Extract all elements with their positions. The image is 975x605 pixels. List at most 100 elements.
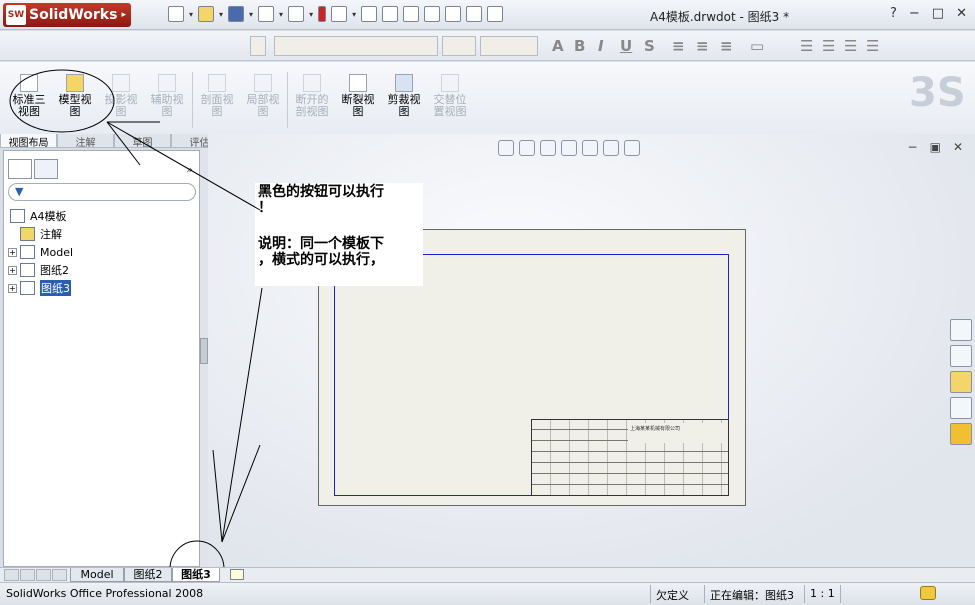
print-icon[interactable] [258,6,275,22]
cmd-label: 交替位 置视图 [433,93,467,118]
open-folder-icon[interactable] [198,6,215,22]
next-sheet-button[interactable] [36,569,51,581]
solidworks-menu-button[interactable]: SW SolidWorks ▸ [3,3,131,27]
font-select[interactable] [274,36,438,56]
undo-icon[interactable] [288,6,305,22]
title-block-company: 上海某某机械有限公司 [628,423,728,443]
feature-tree: A4模板注解 + Model + 图纸2 + 图纸3 [8,207,73,297]
panel-splitter[interactable] [200,148,208,567]
tree-node[interactable]: A4模板 [8,207,73,225]
doc-restore-button[interactable]: ▣ [930,140,941,154]
hide-show-items-icon[interactable] [624,140,640,156]
tree-node[interactable]: + 图纸2 [8,261,73,279]
new-document-icon[interactable] [168,6,184,22]
expand-toggle-icon[interactable]: + [8,265,17,275]
outdent-icon[interactable]: ☰ [844,37,857,55]
tree-node[interactable]: + 图纸3 [8,279,73,297]
appearances-icon[interactable] [950,423,972,445]
strikethrough-button[interactable]: S [644,37,655,55]
expand-toggle-icon[interactable]: + [8,283,17,293]
view-palette-icon[interactable] [950,397,972,419]
filter-input[interactable]: ▼ [8,183,196,201]
rebuild-traffic-light-icon[interactable] [318,6,327,22]
command-tab[interactable]: 注解 [57,134,114,149]
rebuild-status-icon[interactable] [920,586,936,600]
previous-view-icon[interactable] [540,140,556,156]
italic-button[interactable]: I [598,37,604,55]
sheet-tab-3[interactable]: 图纸3 [172,568,220,582]
projected-view-button[interactable]: 投影视图 [98,74,144,118]
chevron-down-icon[interactable]: ▾ [352,10,356,19]
bullets-icon[interactable]: ☰ [800,37,813,55]
section-view-button[interactable]: 剖面视图 [194,74,240,118]
numbering-icon[interactable]: ☰ [822,37,835,55]
standard-3-view-button[interactable]: 标准三 视图 [6,74,52,118]
doc-minimize-button[interactable]: − [908,140,918,154]
property-manager-tab-icon[interactable] [34,159,58,179]
feature-manager-tab-icon[interactable] [8,159,32,179]
close-button[interactable]: ✕ [956,6,967,21]
first-sheet-button[interactable] [4,569,19,581]
bold-button[interactable]: A [552,37,564,55]
chevron-down-icon[interactable]: ▾ [219,10,223,19]
sheet-tab-model[interactable]: Model [70,568,124,582]
bold-b-button[interactable]: B [574,37,585,55]
home-icon[interactable] [950,319,972,341]
broken-out-section-button[interactable]: 断开的 剖视图 [289,74,335,118]
align-right-icon[interactable]: ≡ [720,37,733,55]
command-tab[interactable]: 草图 [114,134,171,149]
collapse-handle[interactable] [200,338,208,364]
save-icon[interactable] [228,6,245,22]
file-explorer-icon[interactable] [950,371,972,393]
doc-close-button[interactable]: ✕ [953,140,963,154]
cmd-label: 标准三 视图 [12,93,46,118]
align-left-icon[interactable]: ≡ [672,37,685,55]
chevron-down-icon[interactable]: ▾ [189,10,193,19]
chevron-down-icon[interactable]: ▾ [309,10,313,19]
rebuild-icon[interactable] [561,140,577,156]
last-sheet-button[interactable] [52,569,67,581]
sheet-tab-2[interactable]: 图纸2 [124,568,172,582]
underline-button[interactable]: U [620,37,632,55]
command-tab[interactable]: 视图布局 [0,134,57,149]
tree-node-label: A4模板 [30,210,67,223]
design-library-icon[interactable] [950,345,972,367]
detail-view-icon [254,74,272,92]
print-icon[interactable] [582,140,598,156]
view-cube-5-icon[interactable] [466,6,483,22]
break-button[interactable]: 断裂视图 [335,74,381,118]
model-view-button[interactable]: 模型视图 [52,74,98,118]
style-icon[interactable] [250,36,266,56]
detail-view-button[interactable]: 局部视图 [240,74,286,118]
expand-toggle-icon[interactable]: + [8,247,17,257]
alternate-position-view-button[interactable]: 交替位 置视图 [427,74,473,118]
font-height-field[interactable] [480,36,538,56]
indent-icon[interactable]: ☰ [866,37,879,55]
tree-node[interactable]: + Model [8,243,73,261]
frame-icon[interactable]: ▭ [750,37,764,55]
display-style-icon[interactable] [603,140,619,156]
grid-icon[interactable] [361,6,378,22]
sheet-tabs-bar: Model 图纸2 图纸3 [0,567,975,582]
zoom-to-fit-icon[interactable] [498,140,514,156]
add-sheet-icon[interactable] [230,569,244,580]
view-cube-3-icon[interactable] [424,6,441,22]
prev-sheet-button[interactable] [20,569,35,581]
minimize-button[interactable]: − [909,6,920,21]
view-cube-1-icon[interactable] [382,6,399,22]
auxiliary-view-button[interactable]: 辅助视图 [144,74,190,118]
anchor-icon[interactable] [487,6,504,22]
crop-view-button[interactable]: 剪裁视图 [381,74,427,118]
align-center-icon[interactable]: ≡ [696,37,709,55]
help-button[interactable]: ? [890,6,897,21]
zoom-to-area-icon[interactable] [519,140,535,156]
view-cube-2-icon[interactable] [403,6,420,22]
view-cube-4-icon[interactable] [445,6,462,22]
chevron-down-icon[interactable]: ▾ [249,10,253,19]
chevron-down-icon[interactable]: ▾ [279,10,283,19]
font-size-select[interactable] [442,36,476,56]
tree-node[interactable]: 注解 [8,225,73,243]
maximize-button[interactable]: □ [932,6,944,21]
options-icon[interactable] [331,6,348,22]
expand-chevron-icon[interactable]: » [186,163,193,176]
